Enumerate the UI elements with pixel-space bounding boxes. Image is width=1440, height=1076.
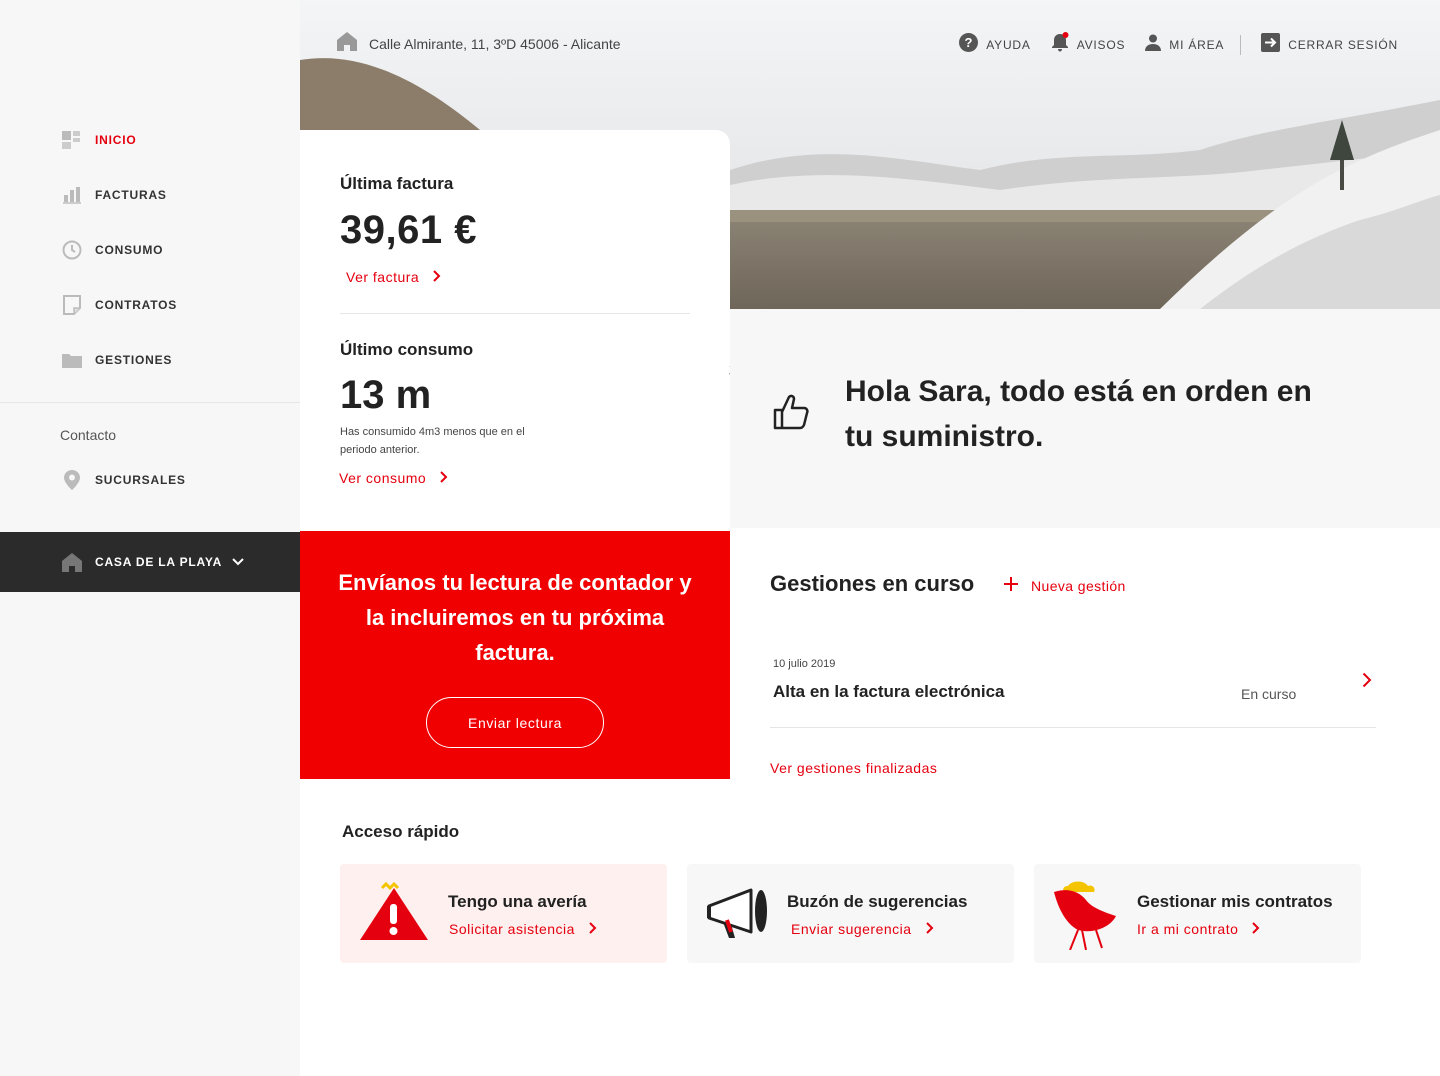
logout-icon (1261, 32, 1281, 57)
sidebar-item-label: SUCURSALES (95, 472, 186, 487)
top-nav: ? AYUDA AVISOS MI ÁREA CERRAR SESIÓN (939, 32, 1398, 57)
go-to-contract-label: Ir a mi contrato (1137, 921, 1239, 937)
request-assistance-label: Solicitar asistencia (449, 921, 575, 937)
chair-icon (1052, 880, 1120, 955)
address-bar: Calle Almirante, 11, 3ºD 45006 - Alicant… (337, 32, 621, 56)
sidebar-item-label: INICIO (95, 132, 137, 147)
quick-access-title-contracts: Gestionar mis contratos (1137, 892, 1333, 911)
sidebar-item-consumo[interactable]: CONSUMO (0, 222, 300, 277)
quick-access-title: Acceso rápido (342, 822, 460, 841)
card-divider (340, 313, 690, 314)
chevron-down-icon (232, 553, 244, 571)
finished-procedures-link[interactable]: Ver gestiones finalizadas (770, 760, 937, 776)
dashboard-icon (62, 130, 82, 150)
topnav-divider (1240, 34, 1242, 55)
folder-icon (62, 350, 82, 370)
help-link[interactable]: ? AYUDA (959, 32, 1031, 57)
megaphone-icon (705, 880, 771, 949)
new-procedure-button[interactable]: Nueva gestión (1003, 576, 1126, 595)
home-icon (337, 32, 357, 56)
procedures-title: Gestiones en curso (770, 571, 975, 596)
chevron-right-icon (1252, 921, 1260, 937)
logout-label: CERRAR SESIÓN (1288, 37, 1398, 52)
supply-address: Calle Almirante, 11, 3ºD 45006 - Alicant… (369, 36, 621, 52)
view-bill-label: Ver factura (346, 269, 420, 285)
sidebar-item-gestiones[interactable]: GESTIONES (0, 332, 300, 387)
request-assistance-link[interactable]: Solicitar asistencia (449, 921, 597, 937)
my-area-label: MI ÁREA (1169, 37, 1225, 52)
user-icon (1145, 34, 1162, 56)
summary-card: Última factura 39,61 € Ver factura Últim… (300, 130, 740, 531)
document-icon (62, 294, 82, 315)
location-pin-icon (62, 469, 82, 490)
chevron-right-icon (1362, 672, 1372, 693)
home-icon (62, 552, 82, 572)
view-bill-link[interactable]: Ver factura (346, 269, 441, 285)
go-to-contract-link[interactable]: Ir a mi contrato (1137, 921, 1260, 937)
sidebar-item-label: GESTIONES (95, 352, 173, 367)
property-label: CASA DE LA PLAYA (95, 555, 223, 569)
help-label: AYUDA (986, 37, 1031, 52)
procedure-status: En curso (1241, 686, 1297, 702)
send-suggestion-link[interactable]: Enviar sugerencia (791, 921, 934, 937)
quick-access-breakdown-card[interactable]: Tengo una avería Solicitar asistencia (340, 864, 667, 963)
chevron-right-icon (589, 921, 597, 937)
consumption-note: Has consumido 4m3 menos que en el period… (340, 426, 525, 456)
last-consumption-title: Último consumo (340, 340, 474, 359)
sidebar-item-contratos[interactable]: CONTRATOS (0, 277, 300, 332)
clock-icon (62, 240, 82, 260)
help-icon: ? (959, 32, 979, 57)
plus-icon (1003, 576, 1019, 595)
thumbs-up-icon (772, 393, 810, 436)
sidebar-item-sucursales[interactable]: SUCURSALES (0, 452, 300, 507)
chevron-right-icon (925, 921, 934, 937)
contact-title: Contacto (60, 427, 117, 443)
view-consumption-label: Ver consumo (339, 470, 427, 486)
procedure-name: Alta en la factura electrónica (773, 682, 1005, 701)
sidebar-divider (0, 402, 300, 403)
notices-link[interactable]: AVISOS (1051, 32, 1126, 57)
send-suggestion-label: Enviar sugerencia (791, 921, 912, 937)
chevron-right-icon (433, 269, 441, 285)
new-procedure-label: Nueva gestión (1031, 577, 1126, 594)
sidebar: INICIO FACTURAS CONSUMO CONTRATOS GESTIO… (0, 0, 300, 1076)
property-selector[interactable]: CASA DE LA PLAYA (0, 532, 300, 592)
bell-icon (1051, 32, 1069, 57)
chevron-right-icon (440, 470, 448, 486)
procedure-date: 10 julio 2019 (773, 658, 836, 670)
notices-label: AVISOS (1076, 37, 1126, 52)
quick-access-title-suggestions: Buzón de sugerencias (787, 892, 968, 911)
view-consumption-link[interactable]: Ver consumo (339, 470, 448, 486)
greeting-text: Hola Sara, todo está en orden en tu sumi… (845, 375, 1312, 453)
sidebar-item-inicio[interactable]: INICIO (0, 112, 300, 167)
sidebar-item-label: CONSUMO (95, 242, 164, 257)
sidebar-item-facturas[interactable]: FACTURAS (0, 167, 300, 222)
warning-icon (360, 881, 430, 947)
sidebar-nav: INICIO FACTURAS CONSUMO CONTRATOS GESTIO… (0, 112, 300, 387)
quick-access-suggestions-card[interactable]: Buzón de sugerencias Enviar sugerencia (687, 864, 1014, 963)
svg-text:?: ? (965, 35, 973, 50)
meter-reading-promo: Envíanos tu lectura de contador y la inc… (300, 531, 730, 779)
bar-chart-icon (62, 185, 82, 205)
procedure-row[interactable]: 10 julio 2019 Alta en la factura electró… (770, 650, 1376, 728)
sidebar-item-label: CONTRATOS (95, 297, 178, 312)
promo-text: Envíanos tu lectura de contador y la inc… (338, 570, 692, 665)
last-bill-title: Última factura (340, 174, 454, 193)
logout-link[interactable]: CERRAR SESIÓN (1261, 32, 1398, 57)
sidebar-item-label: FACTURAS (95, 187, 167, 202)
send-reading-button[interactable]: Enviar lectura (426, 697, 604, 748)
my-area-link[interactable]: MI ÁREA (1145, 34, 1224, 56)
last-bill-amount: 39,61 € (340, 208, 477, 252)
quick-access-contracts-card[interactable]: Gestionar mis contratos Ir a mi contrato (1034, 864, 1361, 963)
last-consumption-value: 13 m (340, 373, 432, 417)
quick-access-title-breakdown: Tengo una avería (448, 892, 587, 911)
status-greeting: Hola Sara, todo está en orden en tu sumi… (730, 309, 1440, 528)
